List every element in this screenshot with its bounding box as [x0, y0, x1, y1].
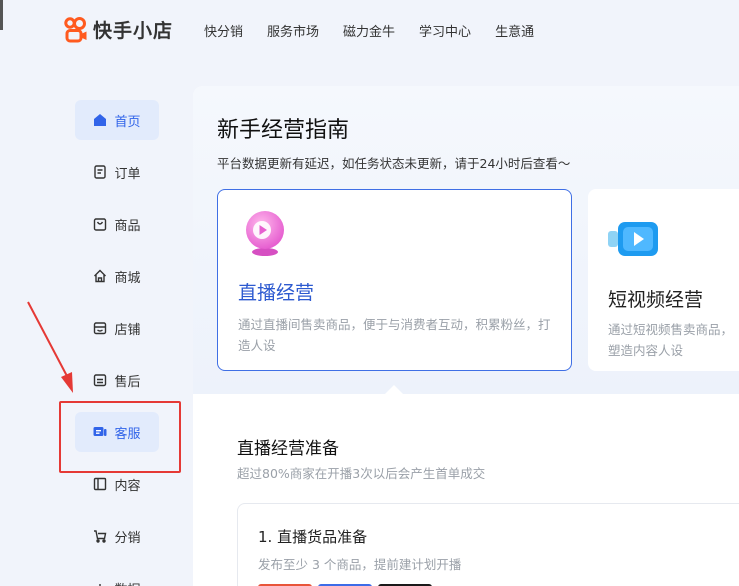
selected-card-pointer: [385, 385, 403, 394]
short-video-card[interactable]: 短视频经营 通过短视频售卖商品， 塑造内容人设: [588, 189, 739, 371]
data-icon: [93, 581, 107, 586]
sidebar-item-after-sales[interactable]: 售后: [75, 360, 159, 400]
page-title: 新手经营指南: [217, 118, 350, 143]
step-card-goods-prep[interactable]: 1. 直播货品准备 发布至少 3 个商品，提前建计划开播: [237, 503, 739, 586]
video-card-desc: 通过短视频售卖商品， 塑造内容人设: [608, 322, 734, 358]
sidebar-item-label: 订单: [114, 166, 141, 182]
prep-section-subtitle: 超过80%商家在开播3次以后会产生首单成交: [237, 466, 486, 481]
short-video-icon: [608, 219, 664, 263]
top-nav: 快分销 服务市场 磁力金牛 学习中心 生意通: [204, 21, 558, 40]
live-commerce-card[interactable]: 直播经营 通过直播间售卖商品，便于与消费者互动，积累粉丝，打造人设: [217, 189, 572, 371]
after-sales-icon: [93, 373, 107, 387]
sidebar-item-customer-service[interactable]: 客服: [75, 412, 159, 452]
guide-subtitle: 平台数据更新有延迟，如任务状态未更新，请于24小时后查看～: [217, 156, 571, 171]
prep-section-title: 直播经营准备: [237, 439, 339, 459]
distribution-icon: [93, 529, 107, 543]
sidebar-item-store[interactable]: 店铺: [75, 308, 159, 348]
sidebar-item-label: 分销: [114, 530, 141, 546]
sidebar-item-home[interactable]: 首页: [75, 100, 159, 140]
video-card-title: 短视频经营: [608, 289, 704, 311]
store-icon: [93, 321, 107, 335]
topnav-learning-center[interactable]: 学习中心: [419, 21, 471, 40]
topnav-magnetic-jinniu[interactable]: 磁力金牛: [343, 21, 395, 40]
sidebar-item-orders[interactable]: 订单: [75, 152, 159, 192]
live-card-title: 直播经营: [238, 282, 315, 304]
sidebar-item-label: 售后: [114, 374, 141, 390]
content-icon: [93, 477, 107, 491]
sidebar-item-content[interactable]: 内容: [75, 464, 159, 504]
sidebar-item-data[interactable]: 数据: [75, 568, 159, 586]
sidebar-item-label: 首页: [114, 114, 141, 130]
sidebar-item-label: 商城: [114, 270, 141, 286]
kuaishou-logo[interactable]: 快手小店: [64, 16, 173, 43]
sidebar-item-label: 内容: [114, 478, 141, 494]
sidebar-item-label: 数据: [114, 579, 140, 586]
sidebar-item-products[interactable]: 商品: [75, 204, 159, 244]
sidebar-item-distribution[interactable]: 分销: [75, 516, 159, 556]
topnav-service-market[interactable]: 服务市场: [267, 21, 319, 40]
order-icon: [93, 165, 107, 179]
kuaishou-logo-icon: [64, 16, 88, 43]
live-broadcast-icon: [242, 208, 288, 262]
topnav-shengyitong[interactable]: 生意通: [495, 21, 534, 40]
sidebar-item-label: 客服: [114, 426, 141, 442]
logo-text: 快手小店: [93, 20, 174, 42]
home-icon: [93, 113, 107, 127]
customer-service-icon: [93, 425, 107, 439]
main-panel: 新手经营指南 平台数据更新有延迟，如任务状态未更新，请于24小时后查看～ 直播经…: [193, 86, 739, 586]
top-header: 快手小店 快分销 服务市场 磁力金牛 学习中心 生意通: [0, 0, 739, 60]
mall-icon: [93, 269, 107, 283]
sidebar-item-label: 商品: [114, 218, 141, 234]
step-desc: 发布至少 3 个商品，提前建计划开播: [258, 557, 462, 572]
sidebar-item-mall[interactable]: 商城: [75, 256, 159, 296]
sidebar-item-label: 店铺: [114, 322, 141, 338]
topnav-kuaifenxiao[interactable]: 快分销: [204, 21, 243, 40]
product-icon: [93, 217, 107, 231]
step-title: 1. 直播货品准备: [258, 528, 368, 546]
live-card-desc: 通过直播间售卖商品，便于与消费者互动，积累粉丝，打造人设: [238, 317, 551, 353]
